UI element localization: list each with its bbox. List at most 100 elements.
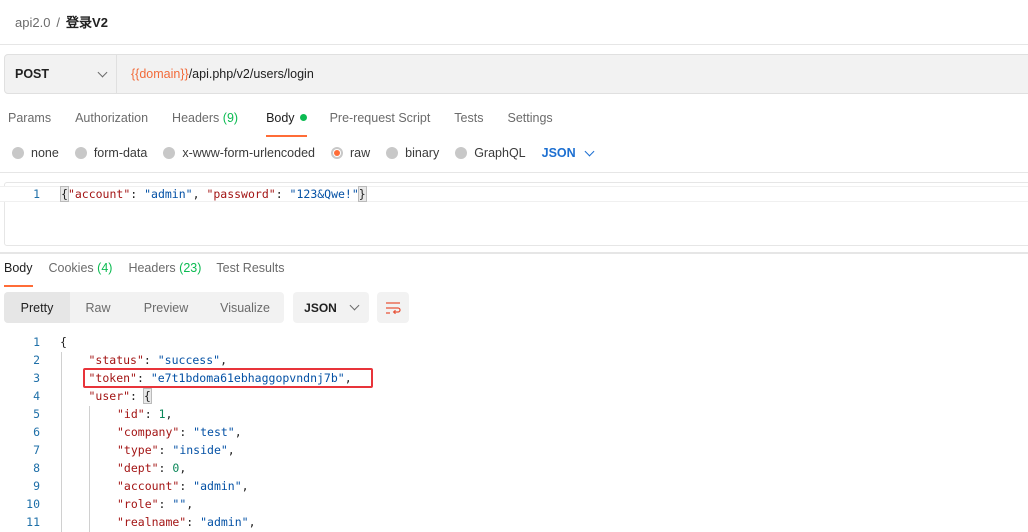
- code-line: "user": {: [89, 388, 152, 404]
- json-key: "role": [117, 497, 159, 511]
- radio-binary[interactable]: binary: [386, 146, 439, 160]
- tab-body[interactable]: Body: [266, 111, 307, 137]
- tab-label: Pre-request Script: [329, 111, 431, 125]
- radio-x-www-form-urlencoded[interactable]: x-www-form-urlencoded: [163, 146, 315, 160]
- response-body-code[interactable]: 1{2 "status": "success", 3 "token": "e7t1bd…: [0, 334, 1028, 532]
- json-punctuation: ,: [227, 443, 235, 457]
- tab-authorization[interactable]: Authorization: [75, 111, 148, 125]
- breadcrumb: api2.0 / 登录V2: [15, 12, 108, 31]
- view-preview-button[interactable]: Preview: [126, 292, 206, 323]
- json-punctuation: :: [158, 461, 173, 475]
- line-number: 9: [33, 479, 40, 493]
- radio-graphql[interactable]: GraphQL: [455, 146, 526, 160]
- line-number: 1: [33, 335, 40, 349]
- radio-label: raw: [350, 146, 371, 160]
- json-key: "dept": [117, 461, 159, 475]
- code-line: "type": "inside",: [117, 443, 235, 457]
- body-language-select[interactable]: JSON: [541, 146, 595, 160]
- body-language-label: JSON: [541, 146, 576, 160]
- radio-label: form-data: [93, 146, 148, 160]
- response-tab-test-results[interactable]: Test Results: [216, 261, 284, 275]
- tab-count-badge: (23): [179, 261, 202, 275]
- response-tab-cookies[interactable]: Cookies (4): [49, 261, 113, 275]
- code-line: "dept": 0,: [117, 461, 186, 475]
- radio-raw[interactable]: raw: [331, 146, 370, 160]
- request-tabs: Params Authorization Headers (9) Body Pre-re…: [8, 111, 553, 137]
- response-tabs: Body Cookies (4) Headers (23) Test Results: [4, 261, 285, 287]
- body-type-options: none form-data x-www-form-urlencoded raw bin…: [12, 146, 595, 160]
- method-select[interactable]: POST: [5, 55, 117, 93]
- response-tab-body[interactable]: Body: [4, 261, 33, 287]
- json-string-value: "123&Qwe!": [289, 187, 359, 201]
- url-bar: POST {{domain}}/api.php/v2/users/login: [4, 54, 1028, 94]
- tab-label: Headers: [172, 111, 220, 125]
- tab-label: Test Results: [216, 261, 285, 275]
- divider: [0, 172, 1028, 173]
- json-punctuation: ,: [192, 187, 207, 201]
- radio-form-data[interactable]: form-data: [74, 146, 148, 160]
- view-visualize-button[interactable]: Visualize: [206, 292, 284, 323]
- line-number: 1: [33, 187, 40, 201]
- radio-label: x-www-form-urlencoded: [182, 146, 315, 160]
- json-punctuation: ,: [186, 497, 194, 511]
- radio-label: binary: [405, 146, 440, 160]
- line-number: 5: [33, 407, 40, 421]
- radio-circle-icon: [74, 147, 87, 159]
- radio-none[interactable]: none: [12, 146, 59, 160]
- json-key: "status": [88, 353, 144, 367]
- url-path: /api.php/v2/users/login: [188, 67, 314, 81]
- tab-pre-request-script[interactable]: Pre-request Script: [330, 111, 431, 125]
- json-string-value: "": [172, 497, 187, 511]
- breadcrumb-separator: /: [56, 15, 61, 30]
- tab-settings[interactable]: Settings: [507, 111, 552, 125]
- tab-tests[interactable]: Tests: [454, 111, 483, 125]
- json-punctuation: :: [179, 479, 194, 493]
- json-key: "company": [117, 425, 180, 439]
- method-label: POST: [15, 67, 50, 81]
- json-punctuation: ,: [179, 461, 187, 475]
- response-format-label: JSON: [304, 300, 337, 315]
- highlight-box: [82, 368, 373, 388]
- json-key: "password": [206, 187, 276, 201]
- json-string-value: "admin": [200, 515, 249, 529]
- tab-label: Headers: [128, 261, 176, 275]
- json-key: "type": [117, 443, 159, 457]
- url-input[interactable]: {{domain}}/api.php/v2/users/login: [117, 67, 314, 81]
- json-key: "id": [117, 407, 145, 421]
- breadcrumb-request-name[interactable]: 登录V2: [66, 15, 108, 30]
- radio-label: GraphQL: [474, 146, 526, 160]
- tab-count-badge: (4): [97, 261, 113, 275]
- divider: [0, 44, 1028, 45]
- radio-circle-icon: [455, 147, 468, 159]
- code-line: "account": "admin",: [117, 479, 249, 493]
- line-number: 8: [33, 461, 40, 475]
- code-line: "company": "test",: [117, 425, 242, 439]
- tab-label: Cookies: [48, 261, 94, 275]
- breadcrumb-collection[interactable]: api2.0: [15, 15, 50, 30]
- radio-circle-icon: [386, 147, 399, 159]
- tab-headers[interactable]: Headers (9): [172, 111, 238, 125]
- code-line: "id": 1,: [117, 407, 172, 421]
- radio-circle-icon: [12, 147, 24, 159]
- tab-label: Body: [266, 111, 295, 125]
- wrap-lines-button[interactable]: [377, 292, 409, 323]
- view-pretty-button[interactable]: Pretty: [4, 292, 70, 323]
- chevron-down-icon: [584, 146, 595, 156]
- json-punctuation: ,: [248, 515, 256, 529]
- radio-circle-icon: [331, 147, 343, 159]
- tab-label: Settings: [507, 111, 553, 125]
- json-key: "account": [67, 187, 131, 201]
- code-line: {"account": "admin", "password": "123&Qw…: [60, 186, 367, 202]
- radio-label: none: [31, 146, 59, 160]
- response-tab-headers[interactable]: Headers (23): [128, 261, 201, 275]
- response-format-select[interactable]: JSON: [293, 292, 369, 323]
- tab-params[interactable]: Params: [8, 111, 51, 125]
- json-punctuation: :: [158, 497, 173, 511]
- line-number: 6: [33, 425, 40, 439]
- response-view-switcher: Pretty Raw Preview Visualize: [4, 292, 284, 323]
- json-punctuation: {: [60, 335, 67, 349]
- view-raw-button[interactable]: Raw: [70, 292, 126, 323]
- wrap-lines-icon: [386, 301, 401, 314]
- code-line: "status": "success",: [89, 353, 228, 367]
- json-punctuation: :: [144, 407, 159, 421]
